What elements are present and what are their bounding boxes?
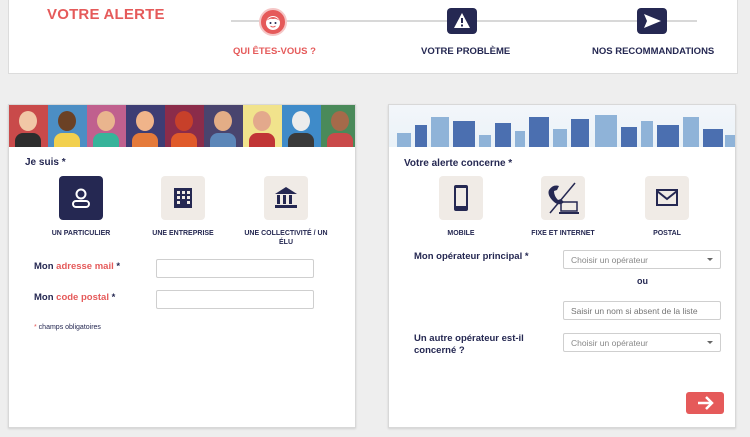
warning-icon — [454, 13, 470, 28]
brand-title: VOTRE ALERTE — [47, 6, 165, 23]
alert-title: Votre alerte concerne * — [404, 158, 513, 169]
people-banner-image — [9, 105, 355, 147]
option-landline-internet-label: FIXE ET INTERNET — [531, 230, 595, 237]
email-label: Mon adresse mail * — [34, 261, 121, 272]
step-who-icon[interactable] — [259, 8, 287, 36]
option-postal-label: POSTAL — [653, 230, 681, 237]
step-label-recommendations[interactable]: NOS RECOMMANDATIONS — [592, 46, 714, 57]
option-postal[interactable]: POSTAL — [622, 176, 712, 238]
face-icon — [266, 16, 280, 30]
main-operator-label: Mon opérateur principal * — [414, 251, 529, 262]
email-input[interactable] — [156, 259, 314, 278]
step-label-who[interactable]: QUI ÊTES-VOUS ? — [233, 46, 316, 57]
step-label-problem[interactable]: VOTRE PROBLÈME — [421, 46, 510, 57]
building-icon — [174, 188, 192, 208]
arrow-right-icon — [698, 396, 714, 410]
institution-icon — [275, 187, 297, 208]
person-icon — [72, 188, 90, 208]
phone-laptop-icon — [548, 182, 579, 214]
mail-icon — [656, 189, 678, 206]
option-mobile[interactable]: MOBILE — [416, 176, 506, 238]
option-collectivity-label: UNE COLLECTIVITÉ / UN ÉLU — [244, 230, 328, 246]
option-company-label: UNE ENTREPRISE — [152, 230, 214, 237]
option-landline-internet[interactable]: FIXE ET INTERNET — [518, 176, 608, 238]
option-individual[interactable]: UN PARTICULIER — [36, 176, 126, 238]
identity-card: Je suis * UN PARTICULIER UNE ENTREPRISE — [8, 104, 356, 428]
main-operator-select[interactable]: Choisir un opérateur — [563, 250, 721, 269]
option-company[interactable]: UNE ENTREPRISE — [138, 176, 228, 238]
page: VOTRE ALERTE QUI ÊTES-VOUS ? VOTRE PROBL… — [0, 0, 750, 437]
required-note: * champs obligatoires — [34, 324, 101, 331]
city-banner-image — [389, 105, 735, 147]
operator-free-input[interactable] — [563, 301, 721, 320]
progress-header: VOTRE ALERTE QUI ÊTES-VOUS ? VOTRE PROBL… — [8, 0, 738, 74]
step-recommendations-icon[interactable] — [637, 8, 667, 34]
chevron-down-icon — [707, 341, 713, 344]
option-individual-label: UN PARTICULIER — [51, 230, 111, 237]
postal-code-label: Mon code postal * — [34, 292, 116, 303]
or-separator: ou — [637, 276, 648, 286]
send-icon — [644, 14, 661, 28]
other-operator-label: Un autre opérateur est-il concerné ? — [414, 333, 524, 356]
identity-title: Je suis * — [25, 157, 66, 168]
other-operator-placeholder: Choisir un opérateur — [571, 338, 649, 348]
chevron-down-icon — [707, 258, 713, 261]
next-button[interactable] — [686, 392, 724, 414]
option-mobile-label: MOBILE — [447, 230, 475, 237]
option-collectivity[interactable]: UNE COLLECTIVITÉ / UN ÉLU — [241, 176, 331, 247]
other-operator-select[interactable]: Choisir un opérateur — [563, 333, 721, 352]
step-problem-icon[interactable] — [447, 8, 477, 34]
alert-card: Votre alerte concerne * MOBILE FIXE ET I… — [388, 104, 736, 428]
main-operator-placeholder: Choisir un opérateur — [571, 255, 649, 265]
postal-code-input[interactable] — [156, 290, 314, 309]
mobile-icon — [454, 185, 468, 211]
